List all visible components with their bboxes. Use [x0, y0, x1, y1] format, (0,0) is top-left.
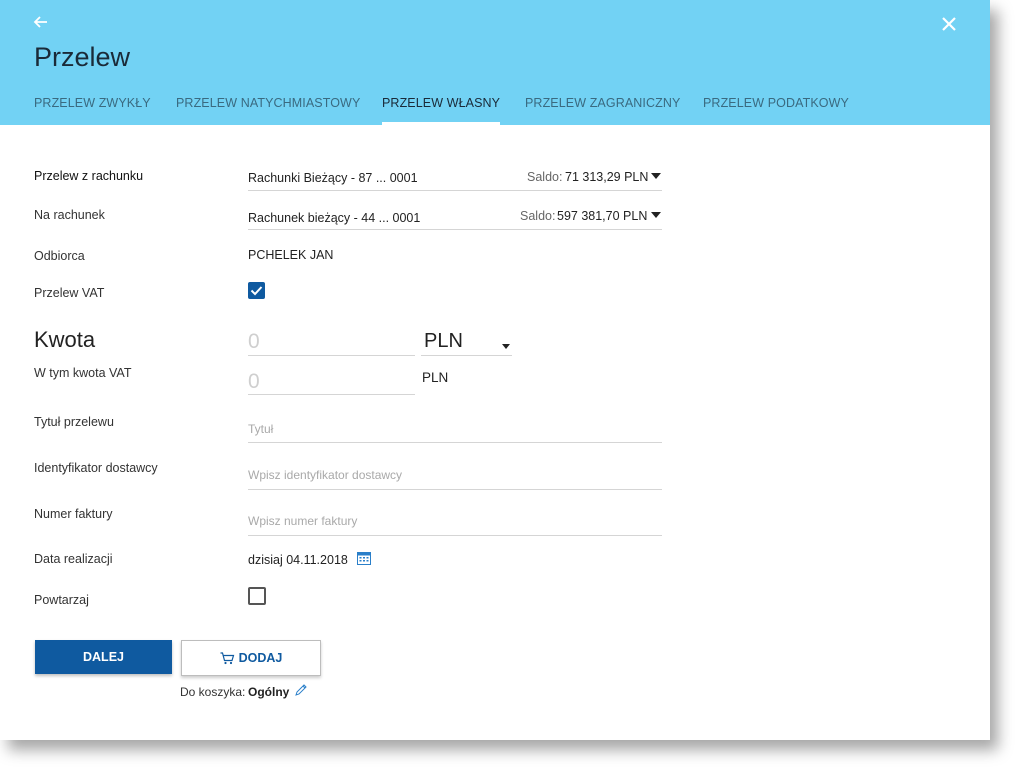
recipient-value: PCHELEK JAN: [248, 248, 334, 262]
repeat-checkbox[interactable]: [248, 587, 266, 605]
cart-icon: [220, 651, 235, 665]
edit-pencil-icon[interactable]: [294, 683, 308, 697]
vat-checkbox[interactable]: [248, 282, 265, 299]
add-to-cart-button[interactable]: DODAJ: [181, 640, 321, 676]
tab-przelew-natychmiastowy[interactable]: PRZELEW NATYCHMIASTOWY: [176, 96, 360, 125]
vat-currency: PLN: [422, 370, 449, 385]
supplier-id-underline: [248, 489, 662, 490]
back-arrow-icon[interactable]: [33, 14, 53, 36]
amount-label: Kwota: [34, 327, 96, 352]
to-account-caret-icon[interactable]: [651, 212, 661, 218]
vat-amount-input[interactable]: 0: [248, 370, 260, 394]
from-account-select[interactable]: Rachunki Bieżący - 87 ... 0001: [248, 171, 418, 185]
supplier-id-label: Identyfikator dostawcy: [34, 461, 158, 475]
tab-przelew-zwykly[interactable]: PRZELEW ZWYKŁY: [34, 96, 151, 125]
amount-underline: [248, 355, 415, 356]
tab-bar: PRZELEW ZWYKŁY PRZELEW NATYCHMIASTOWY PR…: [0, 96, 990, 125]
calendar-icon[interactable]: [357, 551, 371, 565]
to-saldo-value: 597 381,70 PLN: [557, 209, 648, 223]
currency-caret-icon[interactable]: [502, 344, 510, 349]
transfer-dialog: Przelew PRZELEW ZWYKŁY PRZELEW NATYCHMIA…: [0, 0, 990, 740]
transfer-title-input[interactable]: Tytuł: [248, 422, 273, 436]
from-account-caret-icon[interactable]: [651, 173, 661, 179]
invoice-input[interactable]: Wpisz numer faktury: [248, 514, 357, 528]
date-value[interactable]: dzisiaj 04.11.2018: [248, 553, 348, 567]
supplier-id-input[interactable]: Wpisz identyfikator dostawcy: [248, 468, 402, 482]
invoice-label: Numer faktury: [34, 507, 113, 521]
tab-przelew-zagraniczny[interactable]: PRZELEW ZAGRANICZNY: [525, 96, 680, 125]
close-icon[interactable]: [940, 15, 960, 35]
next-button-label: DALEJ: [83, 650, 124, 664]
tab-przelew-wlasny[interactable]: PRZELEW WŁASNY: [382, 96, 501, 125]
from-saldo-label: Saldo:: [527, 170, 563, 184]
cart-prefix: Do koszyka:: [180, 685, 246, 699]
cart-name: Ogólny: [248, 685, 290, 699]
to-account-select[interactable]: Rachunek bieżący - 44 ... 0001: [248, 211, 420, 225]
vat-label: Przelew VAT: [34, 286, 105, 300]
page-title: Przelew: [34, 42, 131, 72]
from-saldo-value: 71 313,29 PLN: [565, 170, 649, 184]
vat-amount-underline: [248, 394, 415, 395]
to-account-underline: [248, 229, 662, 230]
vat-amount-label: W tym kwota VAT: [34, 366, 132, 380]
add-button-label: DODAJ: [238, 651, 283, 665]
dialog-header: Przelew PRZELEW ZWYKŁY PRZELEW NATYCHMIA…: [0, 0, 990, 125]
tab-przelew-podatkowy[interactable]: PRZELEW PODATKOWY: [703, 96, 849, 125]
invoice-underline: [248, 535, 662, 536]
to-account-label: Na rachunek: [34, 208, 105, 222]
from-account-underline: [248, 190, 662, 191]
date-label: Data realizacji: [34, 552, 113, 566]
checkmark-icon: [250, 286, 263, 296]
transfer-title-label: Tytuł przelewu: [34, 415, 114, 429]
recipient-label: Odbiorca: [34, 249, 85, 263]
currency-underline: [421, 355, 512, 356]
to-saldo-label: Saldo:: [520, 209, 556, 223]
amount-input[interactable]: 0: [248, 330, 260, 354]
repeat-label: Powtarzaj: [34, 593, 89, 607]
next-button[interactable]: DALEJ: [35, 640, 172, 674]
currency-select[interactable]: PLN: [424, 330, 463, 353]
transfer-title-underline: [248, 442, 662, 443]
from-account-label: Przelew z rachunku: [34, 169, 144, 183]
